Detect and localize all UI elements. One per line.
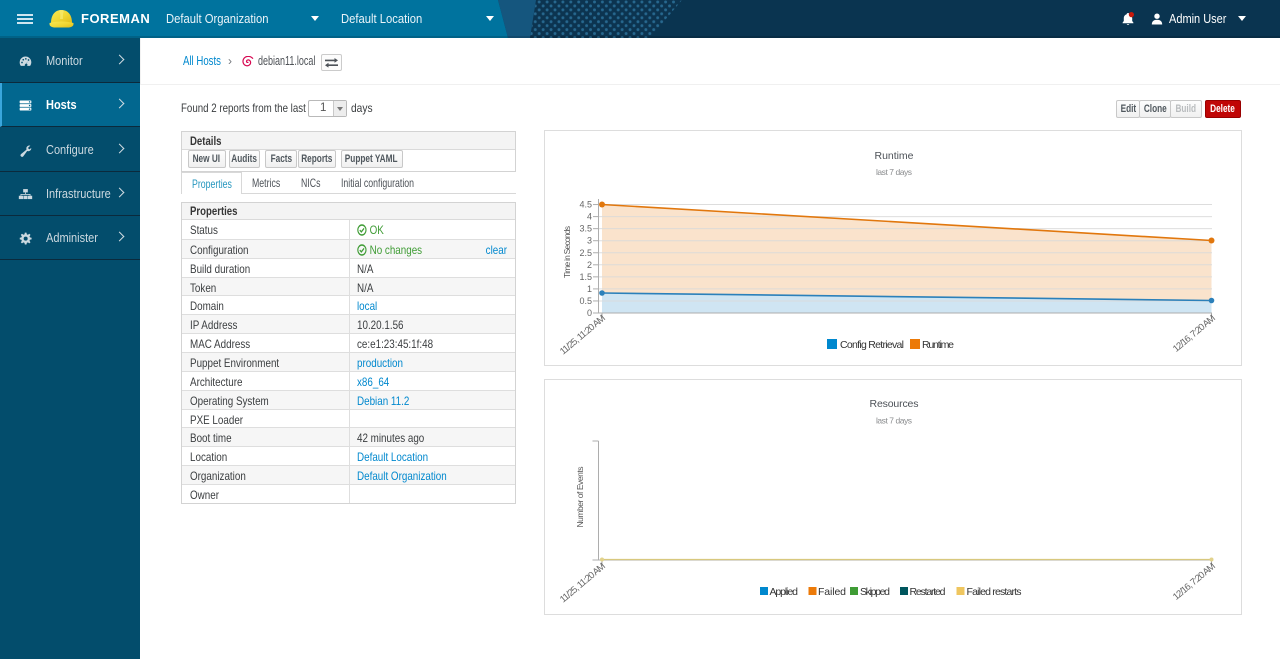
svg-text:Time in Seconds: Time in Seconds — [562, 226, 572, 278]
svg-text:Failed: Failed — [818, 586, 846, 598]
svg-text:Failed restarts: Failed restarts — [967, 586, 1022, 598]
svg-text:3.5: 3.5 — [579, 224, 592, 234]
svg-text:Config Retrieval: Config Retrieval — [840, 339, 904, 351]
svg-text:Resources: Resources — [870, 398, 919, 410]
svg-text:0.5: 0.5 — [579, 296, 592, 306]
svg-text:Runtime: Runtime — [875, 150, 914, 162]
svg-text:11/25, 11:20 AM: 11/25, 11:20 AM — [558, 313, 608, 357]
svg-text:0: 0 — [587, 308, 592, 318]
svg-text:Skipped: Skipped — [860, 586, 890, 598]
svg-text:last 7 days: last 7 days — [876, 167, 912, 177]
svg-text:4: 4 — [587, 212, 592, 222]
svg-text:12/16, 7:20 AM: 12/16, 7:20 AM — [1171, 561, 1218, 603]
svg-text:11/25, 11:20 AM: 11/25, 11:20 AM — [558, 561, 608, 605]
svg-text:last 7 days: last 7 days — [876, 416, 912, 426]
svg-text:Restarted: Restarted — [910, 586, 946, 598]
svg-text:Applied: Applied — [770, 586, 799, 598]
svg-text:3: 3 — [587, 236, 592, 246]
svg-text:1: 1 — [587, 284, 592, 294]
svg-text:Runtime: Runtime — [922, 339, 954, 351]
svg-text:2.5: 2.5 — [579, 248, 592, 258]
svg-text:2: 2 — [587, 260, 592, 270]
svg-text:Number of Events: Number of Events — [575, 467, 585, 528]
svg-text:4.5: 4.5 — [579, 200, 592, 210]
svg-text:1.5: 1.5 — [579, 272, 592, 282]
svg-text:12/16, 7:20 AM: 12/16, 7:20 AM — [1171, 313, 1218, 355]
